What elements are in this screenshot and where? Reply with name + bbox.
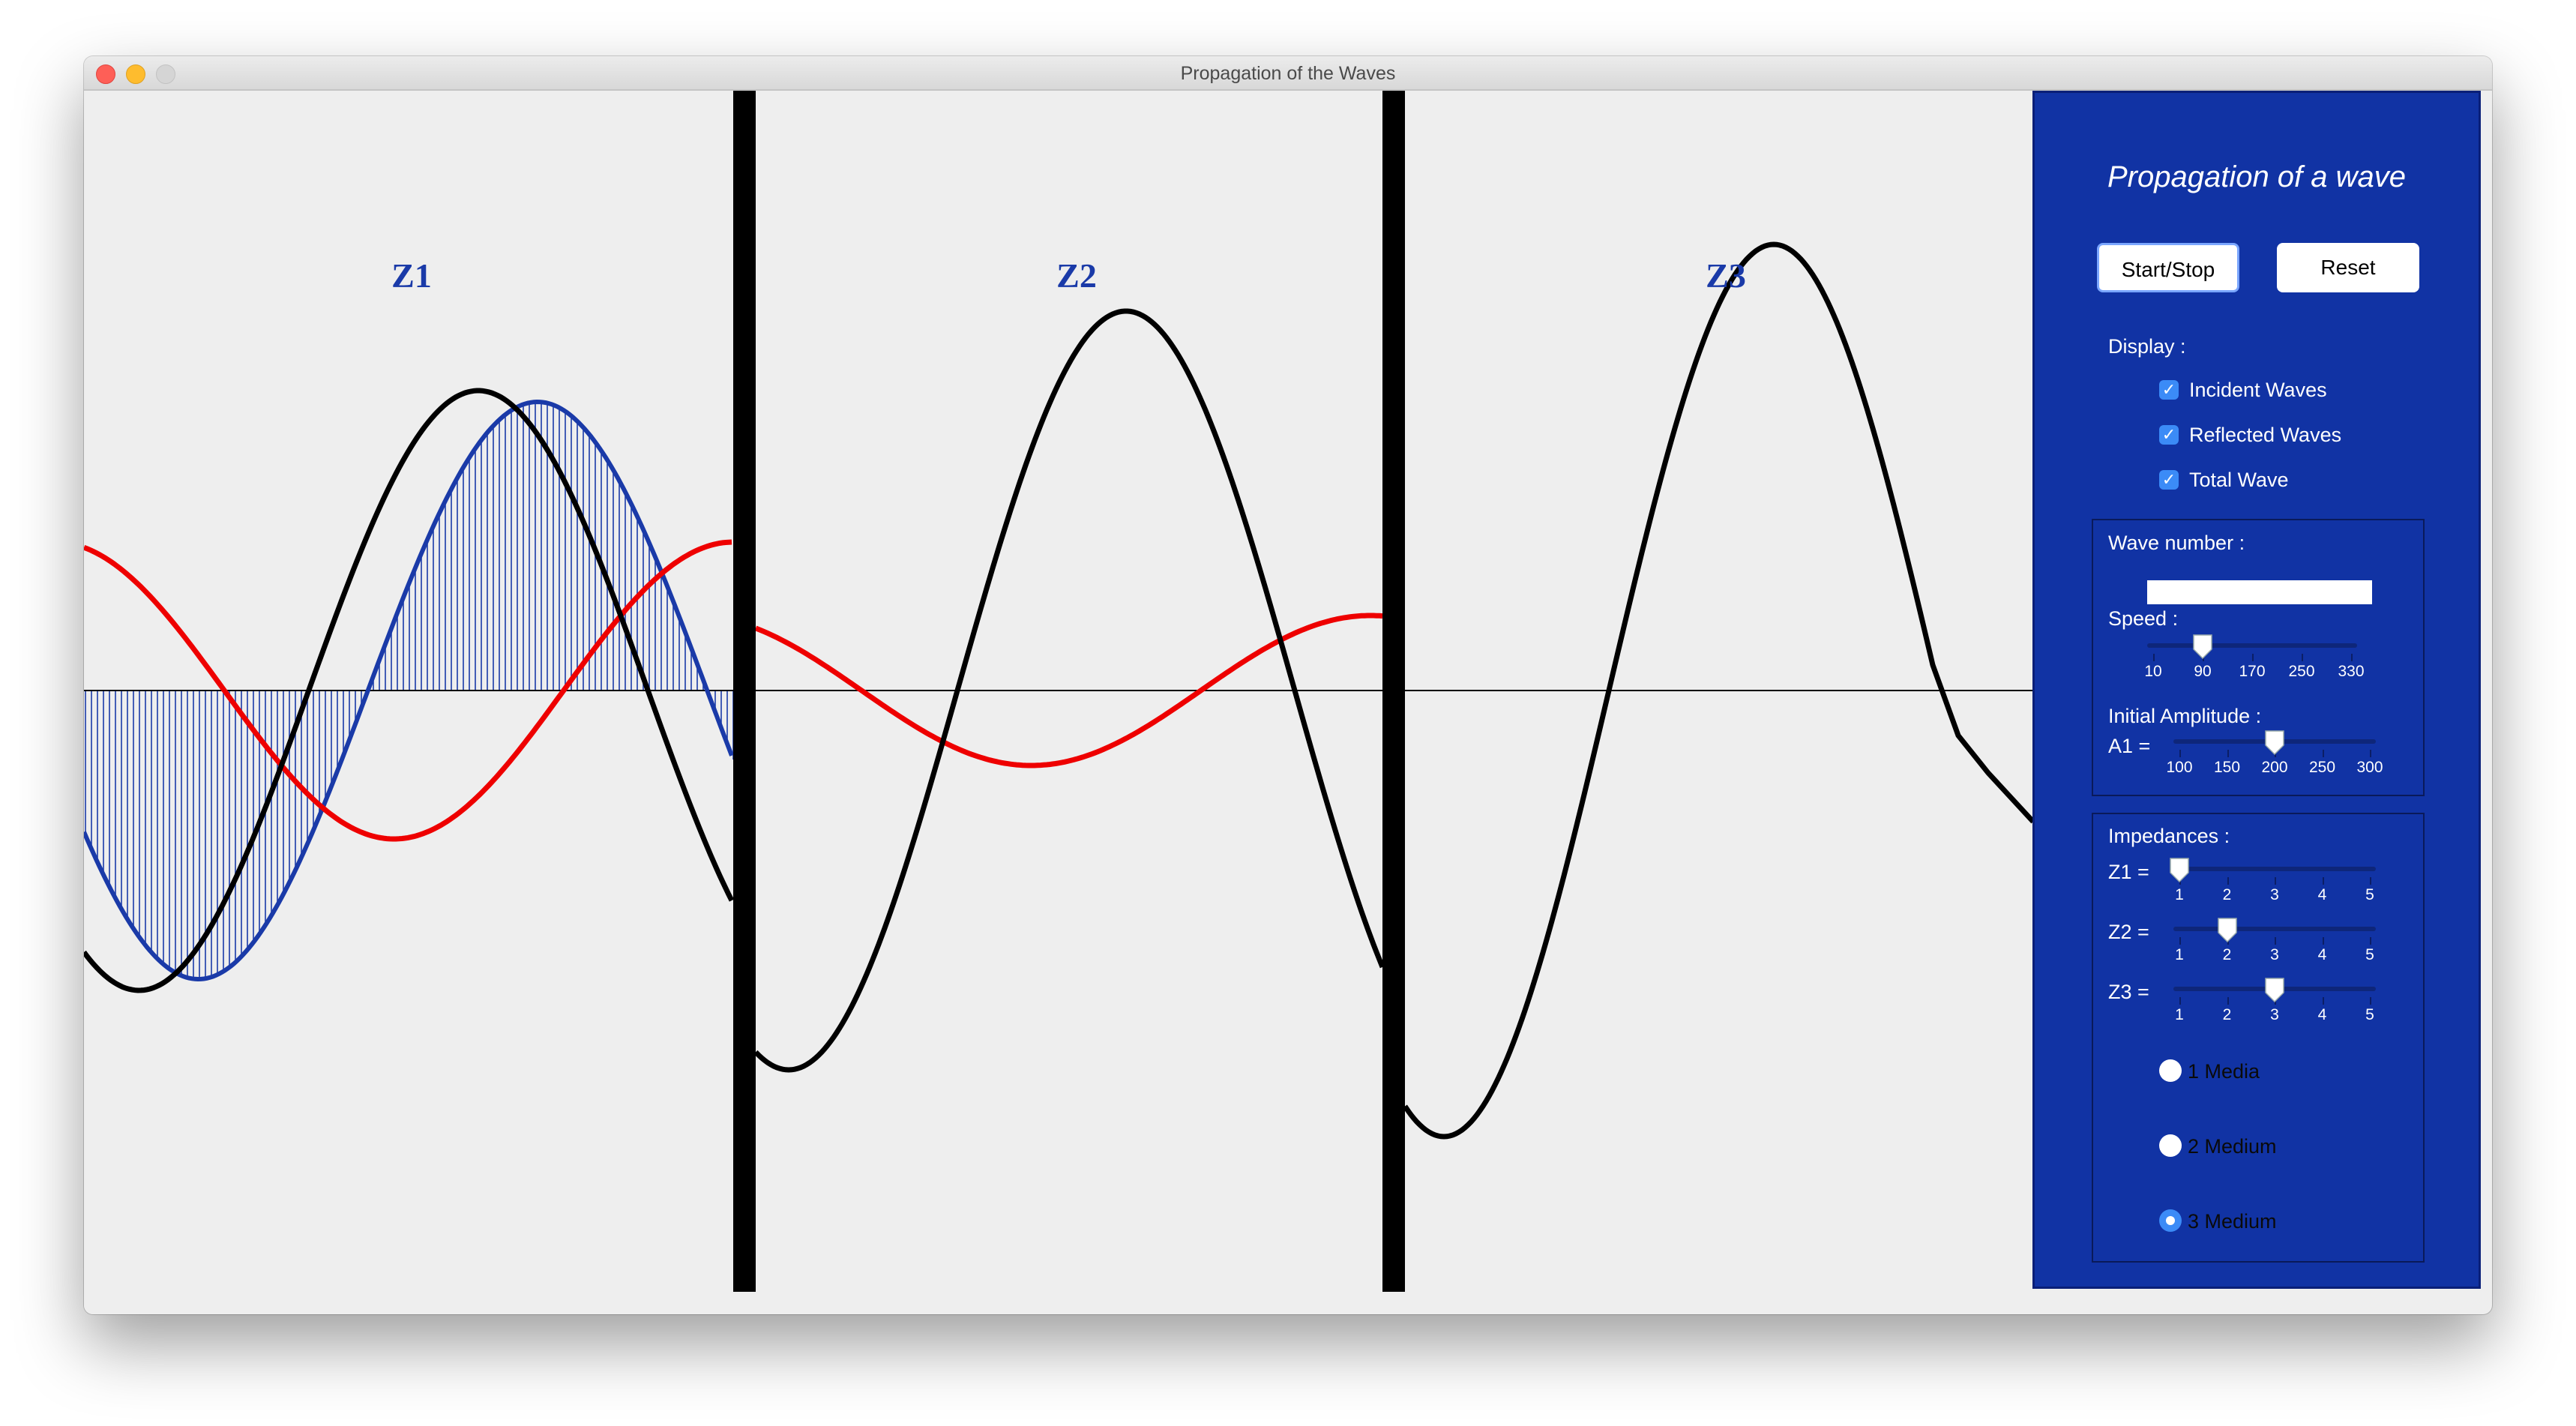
reset-button[interactable]: Reset: [2277, 243, 2419, 292]
slider-track: [2173, 867, 2376, 871]
media-3-label: 3 Medium: [2188, 1210, 2277, 1233]
z1-slider[interactable]: 1 2 3 4 5: [2170, 856, 2376, 909]
slider-tick-label: 1: [2175, 1006, 2184, 1023]
z3-label: Z3 =: [2108, 981, 2149, 1003]
slider-tick-label: 100: [2166, 759, 2193, 776]
interface-boundary-1: [733, 91, 756, 1292]
zone-label-z2: Z2: [1056, 256, 1097, 295]
slider-thumb[interactable]: [2216, 916, 2239, 943]
panel-title: Propagation of a wave: [2107, 160, 2407, 193]
z2-slider[interactable]: 1 2 3 4 5: [2173, 916, 2376, 969]
slider-track: [2147, 643, 2357, 648]
media-1-radio[interactable]: [2159, 1059, 2182, 1082]
slider-tick: [2370, 750, 2371, 757]
speed-label: Speed :: [2108, 607, 2179, 630]
display-label: Display :: [2108, 335, 2186, 358]
wave-number-input[interactable]: [2147, 580, 2372, 604]
app-window: Propagation of the Waves Z1 Z2 Z3 Propag…: [84, 56, 2492, 1314]
slider-thumb[interactable]: [2263, 729, 2286, 756]
title-bar: Propagation of the Waves: [84, 56, 2492, 91]
a1-label: A1 =: [2108, 735, 2151, 757]
slider-tick-label: 2: [2222, 886, 2232, 903]
slider-tick: [2153, 654, 2155, 661]
slider-tick: [2370, 997, 2371, 1005]
interface-boundary-2: [1382, 91, 1405, 1292]
zone-label-z3: Z3: [1706, 256, 1746, 295]
impedances-label: Impedances :: [2108, 825, 2230, 847]
slider-tick-label: 10: [2144, 663, 2162, 680]
slider-tick-label: 150: [2213, 759, 2241, 776]
slider-tick-label: 3: [2270, 946, 2279, 963]
incident-waves-label: Incident Waves: [2189, 379, 2327, 401]
slider-tick: [2322, 997, 2324, 1005]
initial-amplitude-label: Initial Amplitude :: [2108, 705, 2262, 727]
slider-tick-label: 250: [2288, 663, 2315, 680]
reflected-waves-label: Reflected Waves: [2189, 424, 2342, 446]
slider-thumb[interactable]: [2168, 856, 2191, 883]
slider-tick-label: 90: [2194, 663, 2212, 680]
wave-canvas: Z1 Z2 Z3: [84, 91, 2033, 1314]
slider-tick-label: 5: [2365, 886, 2374, 903]
reflected-waves-checkbox[interactable]: ✓: [2159, 425, 2179, 445]
zone-label-z1: Z1: [391, 256, 432, 295]
a1-slider[interactable]: 100 150 200 250 300: [2166, 729, 2383, 781]
slider-tick-label: 5: [2365, 1006, 2374, 1023]
slider-tick-label: 300: [2356, 759, 2383, 776]
slider-tick: [2275, 937, 2276, 945]
slider-tick-label: 330: [2338, 663, 2365, 680]
slider-tick: [2179, 997, 2181, 1005]
slider-tick: [2351, 654, 2353, 661]
media-2-radio[interactable]: [2159, 1134, 2182, 1157]
slider-tick: [2322, 877, 2324, 885]
slider-tick: [2227, 877, 2229, 885]
media-3-radio[interactable]: [2159, 1209, 2182, 1232]
slider-tick: [2275, 877, 2276, 885]
slider-thumb[interactable]: [2263, 976, 2286, 1003]
slider-tick: [2370, 937, 2371, 945]
slider-tick: [2322, 750, 2324, 757]
slider-tick-label: 2: [2222, 946, 2232, 963]
slider-tick: [2227, 750, 2229, 757]
control-panel: Propagation of a wave Start/Stop Reset D…: [2032, 91, 2481, 1289]
slider-tick: [2370, 877, 2371, 885]
slider-tick-label: 250: [2308, 759, 2336, 776]
slider-tick: [2179, 750, 2181, 757]
slider-tick-label: 4: [2317, 1006, 2327, 1023]
speed-slider[interactable]: 10 90 170 250 330: [2144, 633, 2365, 685]
slider-tick-label: 200: [2261, 759, 2288, 776]
slider-tick-label: 1: [2175, 886, 2184, 903]
total-wave-label: Total Wave: [2189, 469, 2289, 491]
slider-tick: [2302, 654, 2303, 661]
slider-thumb[interactable]: [2191, 633, 2214, 660]
start-stop-button[interactable]: Start/Stop: [2097, 243, 2239, 292]
slider-tick: [2179, 937, 2181, 945]
slider-tick-label: 5: [2365, 946, 2374, 963]
z2-label: Z2 =: [2108, 921, 2149, 943]
slider-tick-label: 3: [2270, 1006, 2279, 1023]
slider-track: [2173, 927, 2376, 931]
slider-tick-label: 3: [2270, 886, 2279, 903]
z1-label: Z1 =: [2108, 861, 2149, 883]
incident-waves-checkbox[interactable]: ✓: [2159, 380, 2179, 400]
slider-tick-label: 170: [2239, 663, 2266, 680]
slider-tick: [2227, 997, 2229, 1005]
total-wave-checkbox[interactable]: ✓: [2159, 470, 2179, 490]
slider-tick-label: 4: [2317, 946, 2327, 963]
wave-number-label: Wave number :: [2108, 532, 2245, 554]
slider-tick-label: 4: [2317, 886, 2327, 903]
slider-tick: [2322, 937, 2324, 945]
slider-tick: [2252, 654, 2254, 661]
media-2-label: 2 Medium: [2188, 1135, 2277, 1158]
z3-slider[interactable]: 1 2 3 4 5: [2173, 976, 2376, 1029]
window-title: Propagation of the Waves: [1180, 63, 1396, 84]
slider-tick-label: 1: [2175, 946, 2184, 963]
slider-tick-label: 2: [2222, 1006, 2232, 1023]
media-1-label: 1 Media: [2188, 1060, 2260, 1083]
